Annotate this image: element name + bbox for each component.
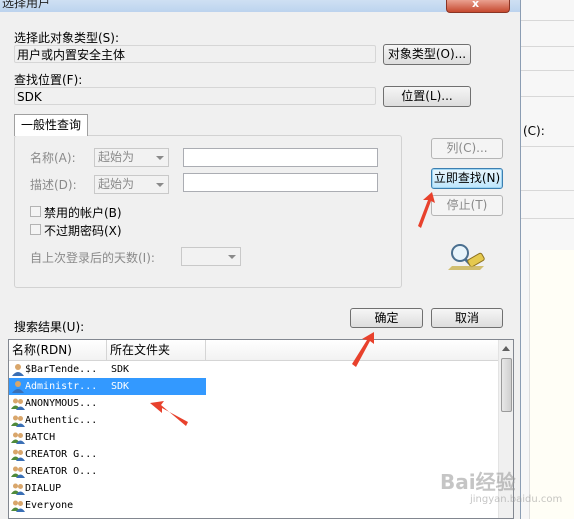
column-header-folder[interactable]: 所在文件夹 (107, 340, 206, 360)
scroll-up-icon[interactable] (502, 346, 510, 351)
search-results-list[interactable]: 名称(RDN) 所在文件夹 $BarTende... SDK Administr..… (8, 339, 514, 519)
name-label: 名称(A): (30, 151, 76, 165)
group-icon (11, 432, 25, 444)
row-name: DIALUP (25, 483, 62, 494)
description-input[interactable] (183, 173, 378, 192)
no-expire-password-label: 不过期密码(X) (44, 224, 122, 238)
group-icon (11, 415, 25, 427)
object-type-field: 用户或内置安全主体 (14, 45, 376, 63)
description-operator-value: 起始为 (98, 177, 135, 191)
column-header-name[interactable]: 名称(RDN) (9, 340, 107, 360)
search-results-label: 搜索结果(U): (14, 320, 85, 334)
list-item[interactable]: Administr... SDK (9, 378, 206, 395)
list-item[interactable]: $BarTende... SDK (9, 361, 501, 378)
close-button[interactable]: x (446, 0, 510, 13)
find-now-button[interactable]: 立即查找(N) (431, 168, 503, 189)
row-folder: SDK (111, 364, 130, 375)
annotation-arrow-ok (352, 332, 374, 367)
days-since-logon-label: 自上次登录后的天数(I): (30, 251, 155, 265)
row-name: Everyone (25, 500, 74, 511)
row-name: Authentic... (25, 415, 98, 426)
ok-button[interactable]: 确定 (350, 308, 423, 328)
days-since-logon-select[interactable] (181, 247, 241, 266)
location-field: SDK (14, 87, 376, 105)
close-icon: x (472, 0, 480, 10)
stop-button[interactable]: 停止(T) (431, 195, 503, 216)
watermark-url: jingyan.baidu.com (470, 494, 563, 505)
list-item[interactable]: Everyone (9, 497, 501, 514)
background-window: (C): (520, 0, 574, 519)
list-item[interactable]: CREATOR O... (9, 463, 501, 480)
background-label: (C): (523, 124, 545, 138)
row-name: ANONYMOUS... (25, 398, 98, 409)
disabled-accounts-label: 禁用的帐户(B) (44, 206, 122, 220)
window-title: 选择用户 (2, 0, 51, 10)
name-operator-select[interactable]: 起始为 (94, 148, 169, 167)
background-document (529, 250, 574, 519)
list-item[interactable]: CREATOR G... (9, 446, 501, 463)
list-item[interactable]: ANONYMOUS... (9, 395, 501, 412)
chevron-down-icon (156, 156, 164, 160)
user-icon (12, 381, 24, 393)
search-flashlight-icon (448, 244, 485, 270)
scroll-thumb[interactable] (501, 358, 512, 412)
row-folder: SDK (111, 381, 130, 392)
object-type-label: 选择此对象类型(S): (14, 31, 120, 45)
chevron-down-icon (156, 183, 164, 187)
name-operator-value: 起始为 (98, 150, 135, 164)
annotation-arrow-admin (150, 401, 188, 426)
cancel-button[interactable]: 取消 (431, 308, 503, 328)
chevron-down-icon (228, 255, 236, 259)
title-bar: 选择用户 x (0, 0, 520, 13)
group-icon (11, 449, 25, 461)
group-icon (11, 500, 25, 512)
row-name: CREATOR O... (25, 466, 98, 477)
row-name: $BarTende... (25, 364, 98, 375)
no-expire-password-checkbox[interactable] (30, 224, 41, 235)
list-item[interactable]: BATCH (9, 429, 501, 446)
row-name: BATCH (25, 432, 56, 443)
object-types-button[interactable]: 对象类型(O)... (383, 44, 471, 65)
user-icon (12, 364, 24, 376)
group-icon (11, 483, 25, 495)
location-label: 查找位置(F): (14, 73, 83, 87)
description-operator-select[interactable]: 起始为 (94, 175, 169, 194)
group-icon (11, 398, 25, 410)
locations-button[interactable]: 位置(L)... (383, 86, 471, 107)
name-input[interactable] (183, 148, 378, 167)
list-item[interactable]: DIALUP (9, 480, 501, 497)
columns-button[interactable]: 列(C)... (431, 138, 503, 159)
disabled-accounts-checkbox[interactable] (30, 206, 41, 217)
select-users-dialog: 选择用户 x 选择此对象类型(S): 用户或内置安全主体 对象类型(O)... … (0, 0, 521, 519)
row-name: Administr... (25, 381, 98, 392)
row-name: CREATOR G... (25, 449, 98, 460)
watermark-logo: Bai经验 (440, 470, 516, 494)
description-label: 描述(D): (30, 178, 77, 192)
list-item[interactable]: Authentic... (9, 412, 501, 429)
results-header: 名称(RDN) 所在文件夹 (9, 340, 501, 361)
tab-common-queries[interactable]: 一般性查询 (14, 114, 88, 136)
annotation-arrow-find (418, 192, 435, 228)
group-icon (11, 466, 25, 478)
